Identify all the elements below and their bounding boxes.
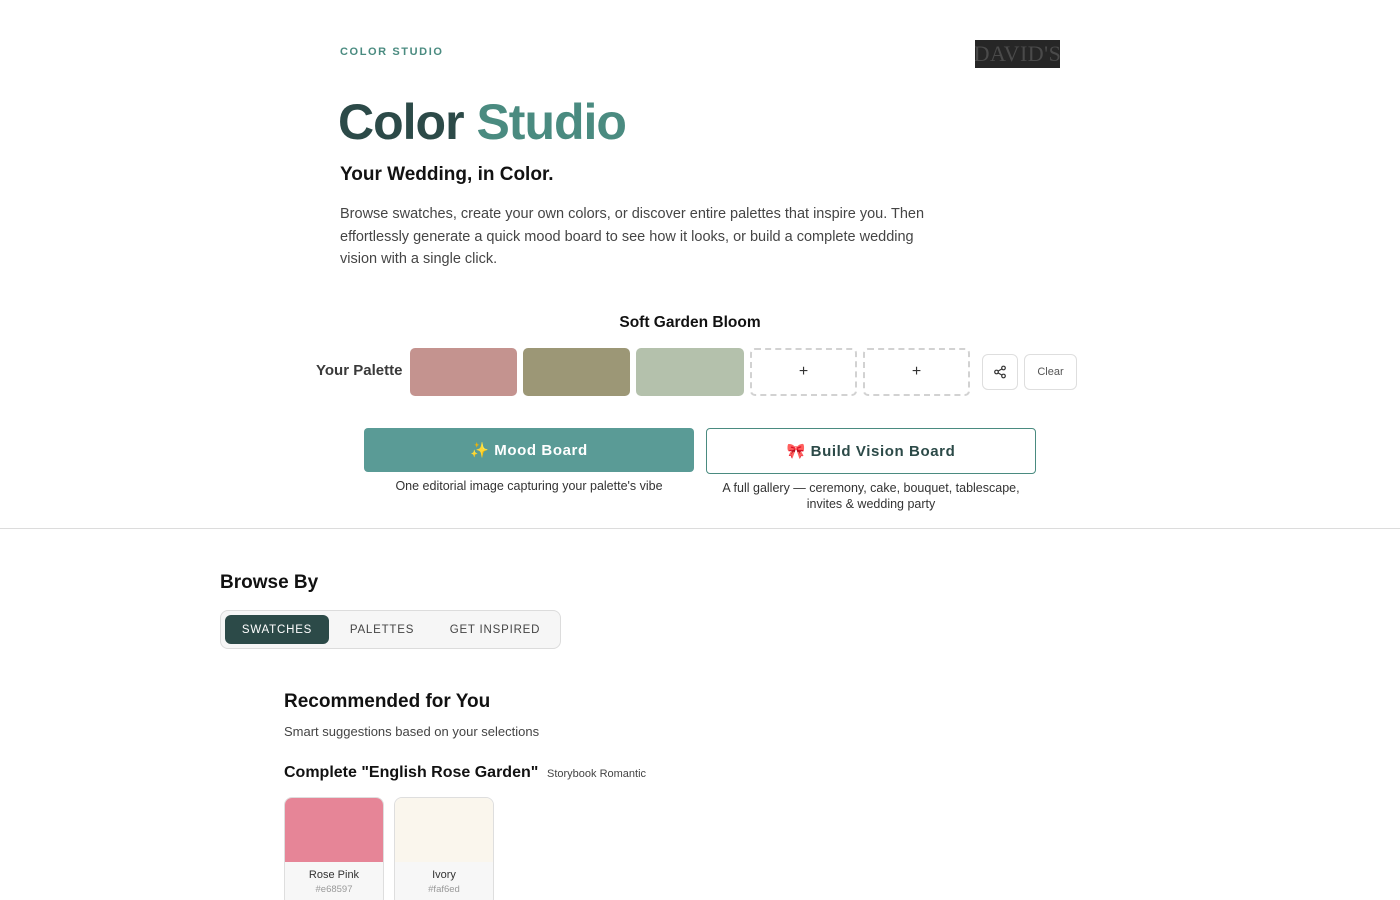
tab-swatches[interactable]: SWATCHES: [225, 615, 329, 644]
recommended-subtitle: Smart suggestions based on your selectio…: [284, 724, 540, 739]
palette-slot-3[interactable]: [636, 348, 744, 396]
vision-caption-line-2: invites & wedding party: [806, 497, 936, 511]
add-color-icon: +: [911, 363, 922, 380]
add-color-icon: +: [798, 363, 809, 380]
page-title: Color Studio: [338, 92, 627, 152]
mood-board-button[interactable]: ✨ Mood Board: [364, 428, 694, 472]
complete-palette-title: Complete "English Rose Garden": [284, 764, 539, 781]
swatch-color: [395, 798, 493, 862]
swatch-name: Ivory: [432, 869, 456, 881]
mood-board-caption: One editorial image capturing your palet…: [395, 479, 663, 493]
description: Browse swatches, create your own colors,…: [340, 206, 925, 267]
tab-get-inspired[interactable]: GET INSPIRED: [435, 615, 555, 644]
palette-label: Your Palette: [316, 362, 403, 379]
palette-name: Soft Garden Bloom: [619, 314, 761, 331]
swatch-color: [285, 798, 383, 862]
browse-tabs: SWATCHES PALETTES GET INSPIRED: [220, 610, 561, 649]
swatch-hex: #e68597: [315, 884, 353, 895]
clear-button[interactable]: Clear: [1024, 354, 1077, 390]
share-button[interactable]: [982, 354, 1018, 390]
eyebrow-label: COLOR STUDIO: [340, 46, 444, 58]
vision-board-button[interactable]: 🎀 Build Vision Board: [706, 428, 1036, 474]
section-divider: [0, 528, 1400, 529]
tab-palettes[interactable]: PALETTES: [333, 615, 431, 644]
vision-caption-line-1: A full gallery — ceremony, cake, bouquet…: [722, 481, 1020, 495]
browse-title: Browse By: [220, 572, 319, 593]
swatch-card[interactable]: Rose Pink #e68597: [284, 797, 384, 900]
title-part-1: Color: [338, 94, 465, 150]
palette-slot-1[interactable]: [410, 348, 517, 396]
swatch-name: Rose Pink: [308, 869, 360, 881]
title-part-2: Studio: [476, 94, 627, 150]
palette-slot-5-empty[interactable]: +: [863, 348, 970, 396]
vision-board-caption: A full gallery — ceremony, cake, bouquet…: [690, 480, 1052, 512]
swatch-card[interactable]: Ivory #faf6ed: [394, 797, 494, 900]
palette-slot-4-empty[interactable]: +: [750, 348, 857, 396]
swatch-hex: #faf6ed: [428, 884, 460, 895]
logo-text: DAVID'S: [975, 41, 1060, 66]
tagline: Your Wedding, in Color.: [340, 164, 554, 185]
share-icon: [994, 365, 1006, 379]
recommended-title: Recommended for You: [284, 691, 491, 712]
style-badge: Storybook Romantic: [547, 768, 647, 780]
brand-logo[interactable]: DAVID'S: [975, 40, 1060, 68]
palette-slot-2[interactable]: [523, 348, 630, 396]
